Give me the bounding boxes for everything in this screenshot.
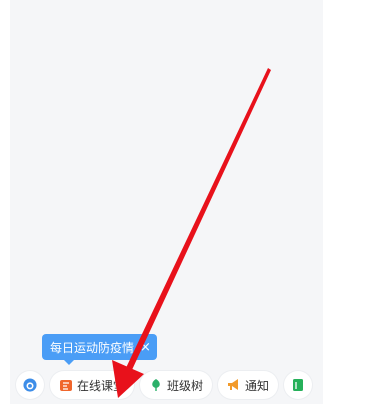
- class-tree-label: 班级树: [167, 378, 204, 393]
- avatar-icon: [23, 378, 37, 392]
- class-tree-button[interactable]: 班级树: [140, 371, 213, 399]
- tooltip-popup: 每日运动防疫情 ×: [42, 334, 157, 365]
- notice-label: 通知: [245, 378, 270, 393]
- close-icon[interactable]: ×: [140, 340, 151, 355]
- green-book-icon: [291, 378, 305, 392]
- avatar-button[interactable]: [16, 371, 44, 399]
- online-class-label: 在线课堂: [77, 378, 126, 393]
- page: 每日运动防疫情 × 在线课堂 班级树 通知: [0, 0, 365, 404]
- bottom-toolbar: 在线课堂 班级树 通知: [10, 368, 323, 402]
- online-class-icon: [59, 378, 73, 392]
- tooltip-text: 每日运动防疫情: [50, 340, 135, 355]
- class-tree-icon: [149, 378, 163, 392]
- megaphone-icon: [227, 378, 241, 392]
- online-class-button[interactable]: 在线课堂: [50, 371, 135, 399]
- book-button[interactable]: [284, 371, 313, 399]
- notice-button[interactable]: 通知: [218, 371, 279, 399]
